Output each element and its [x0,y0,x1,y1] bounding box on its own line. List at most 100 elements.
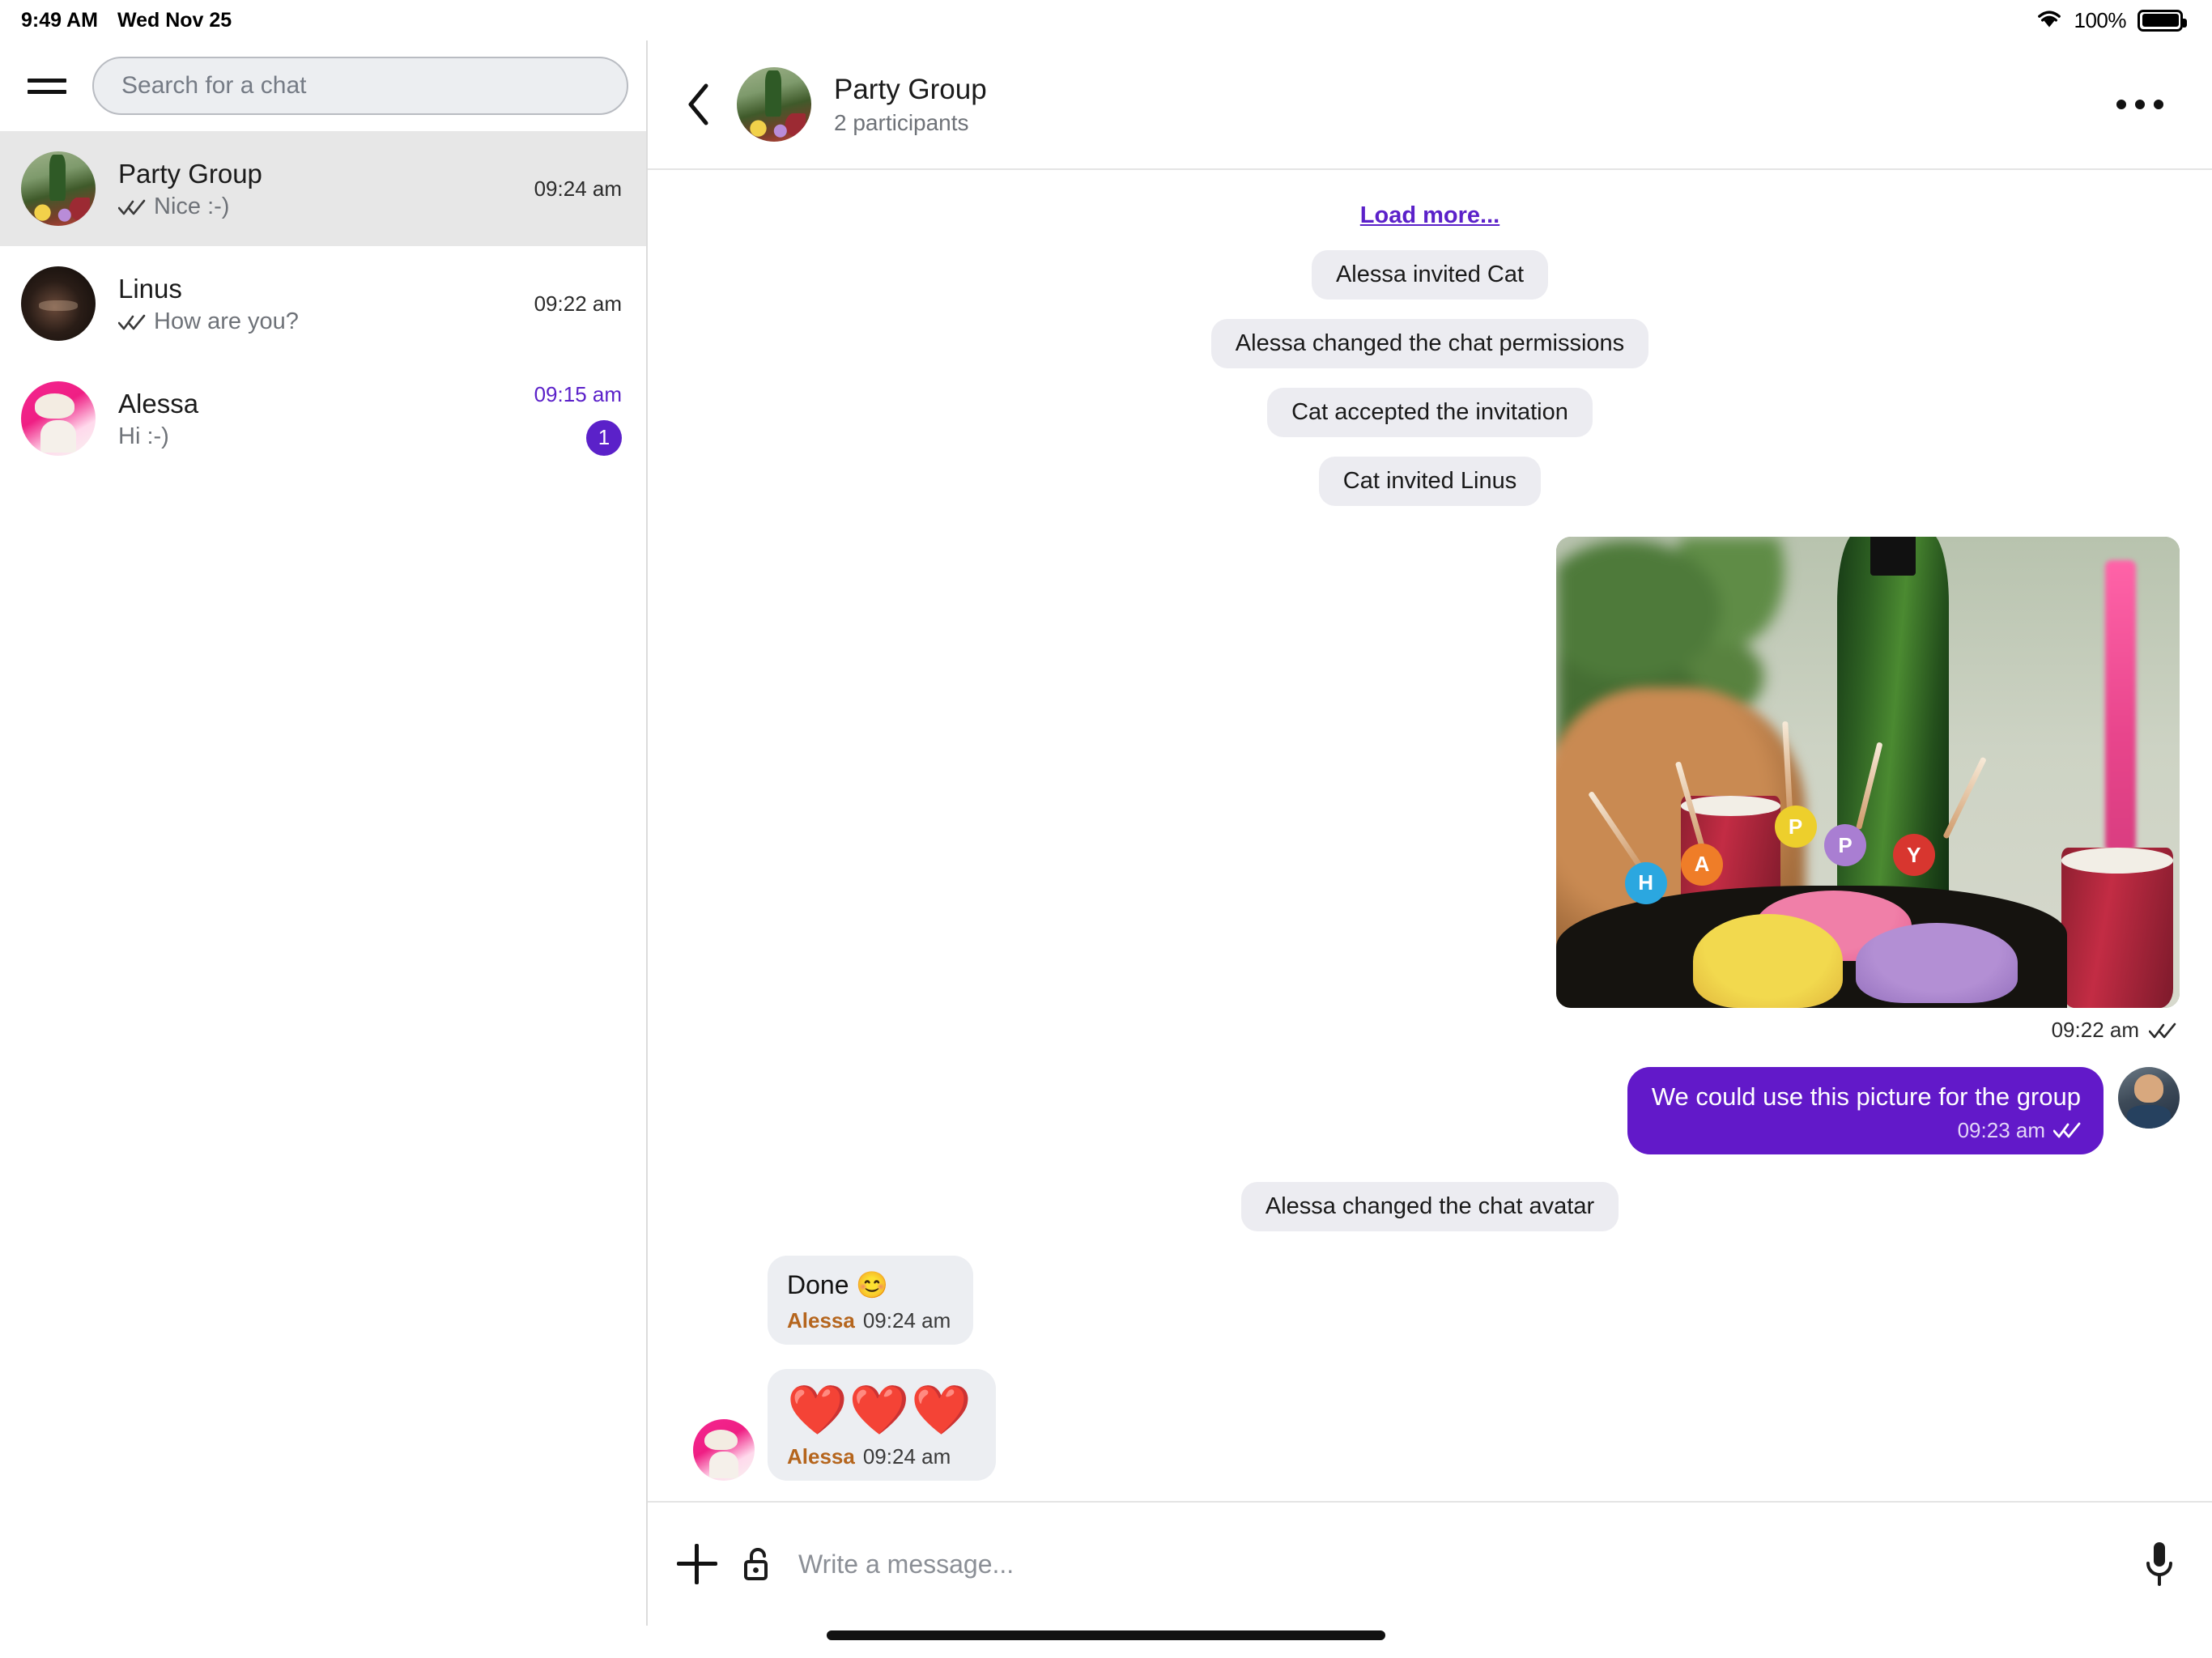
chat-item-preview-row: Nice :-) [118,193,534,220]
chat-list-item-linus[interactable]: Linus How are you? 09:22 am [0,246,646,361]
back-chevron-icon[interactable] [677,83,721,126]
message-meta: 09:23 am [1652,1118,2081,1143]
sidebar: Search for a chat Party Group Nice :-) 0… [0,40,648,1626]
chat-item-right: 09:15 am 1 [534,382,622,456]
message-text: ❤️❤️❤️ [787,1383,974,1438]
chat-item-preview-text: Hi :-) [118,423,169,450]
unread-count-badge: 1 [586,419,622,456]
system-message: Alessa invited Cat [1311,250,1549,300]
chat-item-right: 09:22 am [534,291,622,317]
image-message-time: 09:22 am [2051,1018,2139,1042]
status-date: Wed Nov 25 [117,8,232,32]
double-check-icon [118,198,146,216]
system-message-row: Cat invited Linus [680,457,2180,506]
message-meta: Alessa 09:24 am [787,1308,951,1333]
home-indicator[interactable] [827,1630,1385,1640]
incoming-message-row: ❤️❤️❤️ Alessa 09:24 am [680,1369,2180,1482]
double-check-icon [2053,1121,2081,1139]
alessa-avatar [21,381,96,456]
search-input[interactable]: Search for a chat [92,57,628,115]
candle-letter-a: A [1681,843,1723,886]
message-sender: Alessa [787,1308,855,1333]
message-composer: Write a message... [648,1501,2212,1626]
microphone-icon[interactable] [2144,1541,2175,1588]
status-time: 9:49 AM [21,8,98,32]
home-indicator-area [0,1626,2212,1658]
chat-item-meta: Linus How are you? [118,272,534,335]
chat-item-meta: Party Group Nice :-) [118,157,534,220]
message-text: We could use this picture for the group [1651,1082,2081,1111]
chat-item-preview-row: Hi :-) [118,423,534,450]
system-message: Alessa changed the chat avatar [1240,1181,1619,1231]
system-message-row: Alessa changed the chat avatar [680,1181,2180,1231]
message-text: Done 😊 [787,1269,889,1299]
message-time: 09:24 am [862,1444,951,1469]
chat-item-meta: Alessa Hi :-) [118,387,534,450]
conversation-pane: Party Group 2 participants Load more... … [648,40,2212,1626]
conversation-title-block: Party Group 2 participants [834,73,987,136]
chat-item-right: 09:24 am [534,176,622,202]
chat-item-preview-text: Nice :-) [154,193,230,220]
candle-letter-h: H [1624,861,1667,904]
load-more-row: Load more... [680,202,2180,229]
system-message: Alessa changed the chat permissions [1210,319,1649,368]
message-meta: Alessa 09:24 am [787,1444,973,1469]
sidebar-toolbar: Search for a chat [0,40,646,131]
wifi-icon [2035,7,2063,34]
system-message: Cat accepted the invitation [1267,388,1593,437]
conversation-avatar[interactable] [737,67,811,142]
image-message-row: H A P P Y 09:22 am [680,537,2180,1043]
double-check-icon [2149,1022,2176,1039]
status-bar: 9:49 AM Wed Nov 25 100% [0,0,2212,40]
message-input[interactable]: Write a message... [798,1550,2120,1579]
message-sender: Alessa [787,1444,855,1469]
chat-item-time: 09:15 am [534,381,622,406]
message-list: Load more... Alessa invited Cat Alessa c… [648,170,2212,1501]
battery-full-icon [2138,9,2187,32]
chat-item-preview-row: How are you? [118,308,534,335]
incoming-message-row: Done 😊 Alessa 09:24 am [680,1255,2180,1346]
more-options-icon[interactable] [2100,83,2180,125]
system-message: Cat invited Linus [1318,457,1542,506]
plus-icon[interactable] [677,1544,717,1584]
chat-item-name: Alessa [118,388,199,419]
search-placeholder: Search for a chat [121,72,307,99]
linus-avatar [21,266,96,341]
chat-item-name: Party Group [118,158,262,189]
system-message-row: Alessa invited Cat [680,250,2180,300]
incoming-message-bubble[interactable]: ❤️❤️❤️ Alessa 09:24 am [768,1369,997,1482]
image-message: H A P P Y 09:22 am [1556,537,2180,1043]
candle-letter-p1: P [1774,806,1817,848]
image-message-meta: 09:22 am [1556,1018,2180,1043]
chat-list-item-party-group[interactable]: Party Group Nice :-) 09:24 am [0,131,646,246]
party-group-avatar [21,151,96,226]
system-message-row: Alessa changed the chat permissions [680,319,2180,368]
conversation-title: Party Group [834,74,987,105]
chat-list: Party Group Nice :-) 09:24 am Linus How … [0,131,646,1626]
chat-item-time: 09:24 am [534,176,622,201]
message-time: 09:23 am [1957,1117,2045,1142]
system-message-row: Cat accepted the invitation [680,388,2180,437]
status-indicators: 100% [2035,7,2187,34]
load-more-link[interactable]: Load more... [1360,202,1499,228]
chat-item-time: 09:22 am [534,291,622,316]
battery-percent-label: 100% [2074,7,2127,32]
party-photo-donuts-champagne[interactable]: H A P P Y [1556,537,2180,1008]
message-time: 09:24 am [862,1308,951,1333]
double-check-icon [118,313,146,331]
chat-list-item-alessa[interactable]: Alessa Hi :-) 09:15 am 1 [0,361,646,476]
message-input-placeholder: Write a message... [798,1549,1015,1579]
hamburger-menu-icon[interactable] [28,67,73,104]
candle-letter-y: Y [1892,834,1935,877]
outgoing-message-row: We could use this picture for the group … [680,1067,2180,1154]
conversation-subtitle: 2 participants [834,110,969,135]
me-avatar [2118,1067,2180,1129]
incoming-message-bubble[interactable]: Done 😊 Alessa 09:24 am [768,1255,974,1346]
conversation-header: Party Group 2 participants [648,40,2212,170]
chat-item-preview-text: How are you? [154,308,299,335]
alessa-avatar [693,1419,755,1482]
chat-application: 9:49 AM Wed Nov 25 100% Search for a cha… [0,0,2212,1658]
unlocked-padlock-icon[interactable] [742,1545,774,1584]
outgoing-message-bubble[interactable]: We could use this picture for the group … [1627,1067,2104,1154]
app-body: Search for a chat Party Group Nice :-) 0… [0,40,2212,1626]
